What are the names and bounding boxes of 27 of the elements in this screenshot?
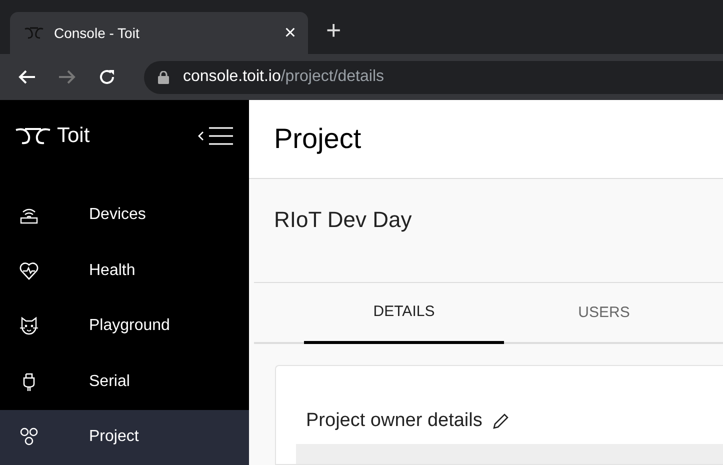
back-icon[interactable] [18, 69, 36, 85]
address-bar[interactable]: console.toit.io/project/details [144, 60, 723, 94]
tab[interactable]: USERS [504, 282, 704, 342]
close-tab-button[interactable]: × [284, 22, 296, 44]
new-tab-button[interactable]: + [326, 15, 342, 46]
brand-name: Toit [57, 124, 90, 148]
toit-logo-icon [15, 126, 51, 145]
tab[interactable]: DETAILS [304, 282, 504, 344]
sidebar-item[interactable]: Serial [0, 354, 249, 410]
cat-face-icon [19, 316, 39, 336]
lock-icon [158, 70, 169, 84]
tab-title: Console - Toit [54, 25, 140, 41]
pencil-icon[interactable] [492, 412, 510, 430]
reload-icon[interactable] [98, 68, 116, 86]
toit-logo-icon [24, 27, 44, 39]
page-title: Project [274, 123, 362, 156]
url-text: console.toit.io/project/details [183, 68, 384, 86]
browser-tab[interactable]: Console - Toit × [10, 12, 308, 54]
card-heading: Project owner details [306, 410, 482, 432]
sidebar-item[interactable]: Project [0, 410, 249, 465]
sidebar-item[interactable]: Playground [0, 298, 249, 354]
heart-pulse-icon [19, 260, 39, 281]
sidebar-item[interactable]: Health [0, 243, 249, 298]
sidebar-item[interactable]: Devices [0, 188, 249, 243]
project-name: RIoT Dev Day [273, 206, 413, 234]
forward-icon[interactable] [58, 69, 76, 85]
collapse-menu-icon[interactable] [197, 126, 235, 146]
